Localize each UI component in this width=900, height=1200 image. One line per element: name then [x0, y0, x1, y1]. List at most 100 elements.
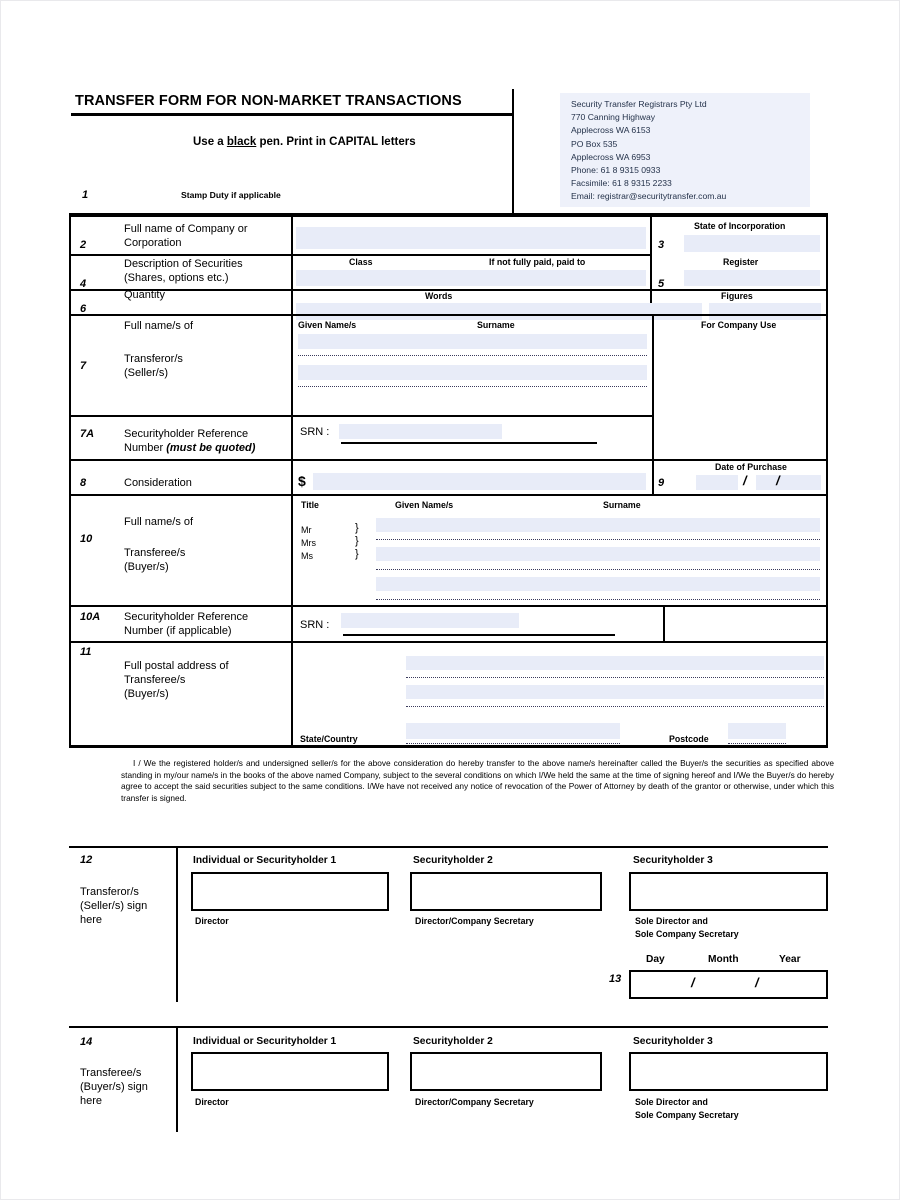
transferee-signature-box-3[interactable]: [629, 1052, 828, 1091]
transferor-box-2-header: Securityholder 2: [413, 855, 493, 866]
section-12-side-line2: (Seller/s) sign: [80, 900, 148, 912]
registrar-po-box: PO Box 535: [571, 138, 618, 149]
title-brace-3: }: [355, 548, 359, 560]
securities-description-input[interactable]: [296, 270, 646, 286]
transferee-name-dotline-3: [376, 599, 820, 600]
section-10-label-line2: Transferee/s: [124, 547, 186, 559]
registrar-email: Email: registrar@securitytransfer.com.au: [571, 191, 727, 202]
section-7-label-line3: (Seller/s): [124, 367, 169, 379]
legal-paragraph: I / We the registered holder/s and under…: [121, 758, 834, 803]
section-6-label: Quantity: [124, 289, 165, 301]
section-3-number: 3: [658, 239, 665, 251]
row-4-5-divider: [650, 254, 652, 290]
date-of-purchase-month-input[interactable]: [756, 475, 789, 490]
section-2-label: Full name of Company or Corporation: [124, 222, 248, 250]
section-11-postcode-label: Postcode: [669, 734, 709, 744]
address-input-2[interactable]: [406, 685, 824, 699]
section-10-given-header: Given Name/s: [395, 500, 454, 510]
section-9-number: 9: [658, 477, 665, 489]
address-dotline-2: [406, 706, 824, 707]
section-14-vertical-divider: [176, 1027, 178, 1132]
transferee-box-3-header: Securityholder 3: [633, 1036, 713, 1047]
registrar-details: Security Transfer Registrars Pty Ltd 770…: [571, 98, 726, 204]
section-1-number: 1: [82, 189, 89, 201]
signature-date-box[interactable]: [629, 970, 828, 999]
row-2-bottom-rule: [69, 254, 651, 256]
section-4-label: Description of Securities (Shares, optio…: [124, 257, 243, 285]
transferee-signature-box-1[interactable]: [191, 1052, 389, 1091]
section-10-label: Transferee/s (Buyer/s): [124, 546, 185, 574]
section-7a-label-line2-plain: Number: [124, 442, 167, 454]
section-2-number: 2: [80, 239, 87, 251]
transferor-box-1-header: Individual or Securityholder 1: [193, 855, 337, 866]
transferor-srn-input[interactable]: [339, 424, 502, 439]
signature-date-slash-2: /: [755, 975, 759, 990]
quantity-figures-input[interactable]: [709, 303, 821, 320]
quantity-words-input[interactable]: [296, 303, 702, 320]
transferee-box-3-caption-line1: Sole Director and: [635, 1097, 708, 1107]
section-10-surname-header: Surname: [603, 500, 641, 510]
date-month-header: Month: [708, 954, 739, 965]
register-input[interactable]: [684, 270, 820, 286]
section-9-header: Date of Purchase: [715, 462, 787, 472]
transferee-name-input-1[interactable]: [376, 518, 820, 532]
transferor-name-dotline-2: [298, 386, 647, 387]
transferee-box-1-caption: Director: [195, 1097, 229, 1107]
transferor-name-input-2[interactable]: [298, 365, 647, 380]
title-brace-2: }: [355, 535, 359, 547]
instruction-post: pen. Print in CAPITAL letters: [256, 136, 416, 148]
section-3-header: State of Incorporation: [694, 221, 786, 231]
section-7a-label-line2: Number (must be quoted): [124, 441, 255, 455]
transferor-signature-box-3[interactable]: [629, 872, 828, 911]
date-of-purchase-day-input[interactable]: [696, 475, 738, 490]
table-bottom-rule: [69, 745, 828, 748]
transferee-box-3-caption-line2: Sole Company Secretary: [635, 1109, 739, 1120]
registrar-street: 770 Canning Highway: [571, 112, 656, 123]
consideration-input[interactable]: [313, 473, 646, 490]
title-option-mrs: Mrs: [301, 538, 316, 548]
section-7-company-use-header: For Company Use: [701, 320, 777, 330]
section-4-class-header: Class: [349, 257, 373, 267]
transferor-box-2-caption: Director/Company Secretary: [415, 916, 534, 926]
section-11-label: Full postal address of Transferee/s (Buy…: [124, 659, 229, 701]
state-country-input[interactable]: [406, 723, 620, 739]
transferor-signature-box-1[interactable]: [191, 872, 389, 911]
transferor-box-3-header: Securityholder 3: [633, 855, 713, 866]
section-8-label: Consideration: [124, 477, 192, 489]
section-11-label-line3: (Buyer/s): [124, 688, 169, 700]
transferee-box-2-caption: Director/Company Secretary: [415, 1097, 534, 1107]
section-12-top-rule: [69, 846, 828, 848]
date-of-purchase-year-input[interactable]: [789, 475, 821, 490]
section-14-side-line2: (Buyer/s) sign: [80, 1081, 148, 1093]
transferor-box-1-caption: Director: [195, 916, 229, 926]
section-4-label-line1: Description of Securities: [124, 258, 243, 270]
section-13-number: 13: [609, 973, 622, 985]
postcode-input[interactable]: [728, 723, 786, 739]
section-7a-label-line1: Securityholder Reference: [124, 428, 249, 440]
transferee-name-input-3[interactable]: [376, 577, 820, 591]
company-name-input[interactable]: [296, 227, 646, 249]
transferee-name-dotline-1: [376, 539, 820, 540]
transferee-srn-input[interactable]: [341, 613, 519, 628]
registrar-po-suburb: Applecross WA 6953: [571, 151, 651, 162]
section-11-label-line1: Full postal address of: [124, 660, 229, 672]
table-label-column-divider: [291, 217, 293, 745]
title-brace-1: }: [355, 522, 359, 534]
section-5-header: Register: [723, 257, 759, 267]
state-of-incorporation-input[interactable]: [684, 235, 820, 252]
table-right-border: [826, 213, 828, 745]
section-10a-right-divider: [663, 606, 665, 641]
section-7a-label: Securityholder Reference Number (must be…: [124, 427, 255, 455]
section-12-number: 12: [80, 854, 93, 866]
section-11-number: 11: [80, 646, 92, 658]
section-11-label-line2: Transferee/s: [124, 674, 186, 686]
address-input-1[interactable]: [406, 656, 824, 670]
transferor-box-3-caption-line2: Sole Company Secretary: [635, 928, 739, 939]
transferee-signature-box-2[interactable]: [410, 1052, 602, 1091]
transferee-name-input-2[interactable]: [376, 547, 820, 561]
transferor-signature-box-2[interactable]: [410, 872, 602, 911]
section-14-side-label: Transferee/s (Buyer/s) sign here: [80, 1066, 148, 1108]
section-11-state-label: State/Country: [300, 734, 358, 744]
section-4-label-line2: (Shares, options etc.): [124, 272, 229, 284]
transferor-name-input-1[interactable]: [298, 334, 647, 349]
